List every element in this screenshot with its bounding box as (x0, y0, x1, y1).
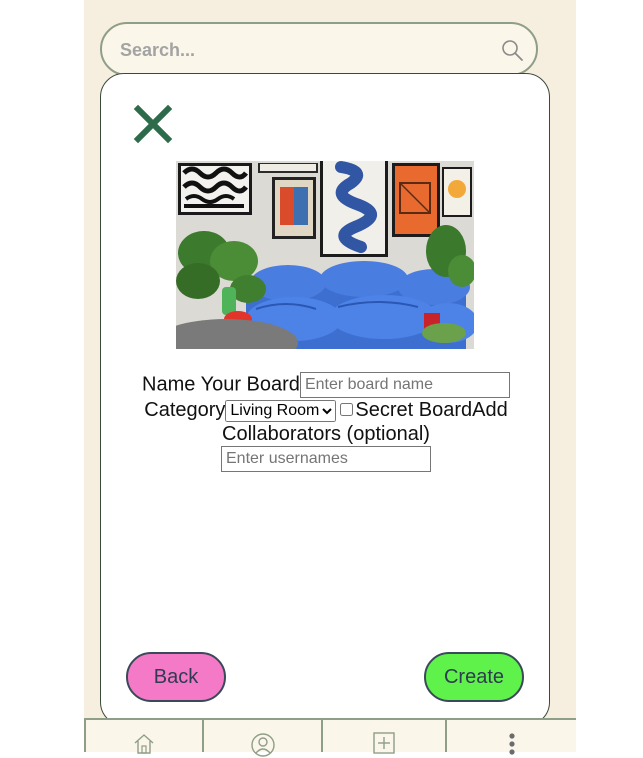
back-button[interactable]: Back (126, 652, 226, 702)
nav-add[interactable] (321, 720, 445, 754)
collaborators-input[interactable] (221, 446, 431, 472)
category-select[interactable]: Living Room (225, 399, 337, 422)
nav-home[interactable] (84, 720, 202, 754)
board-form: Name Your Board CategoryLiving Room Secre… (121, 372, 531, 472)
nav-profile[interactable] (202, 720, 321, 757)
board-name-row: Name Your Board (121, 372, 531, 398)
board-name-label: Name Your Board (142, 373, 300, 396)
bottom-nav (84, 718, 576, 757)
more-icon (508, 733, 515, 755)
home-icon (134, 734, 154, 754)
nav-more[interactable] (445, 720, 576, 755)
collaborators-row (121, 446, 531, 472)
create-button[interactable]: Create (424, 652, 524, 702)
search-icon[interactable] (500, 38, 524, 62)
create-board-modal: Name Your Board CategoryLiving Room Secre… (100, 73, 550, 726)
secret-board-label: Secret Board (355, 399, 473, 421)
search-bar[interactable] (100, 22, 538, 76)
close-x-icon[interactable] (133, 104, 173, 144)
category-row: Category Living Room Secret BoardAdd Colla… (121, 398, 531, 446)
add-icon (373, 732, 395, 754)
secret-board-checkbox[interactable] (340, 403, 354, 416)
profile-icon (250, 733, 275, 757)
category-label: Category (144, 399, 226, 421)
search-input[interactable] (118, 34, 492, 66)
board-name-input[interactable] (299, 372, 510, 398)
board-cover-image (176, 161, 474, 349)
